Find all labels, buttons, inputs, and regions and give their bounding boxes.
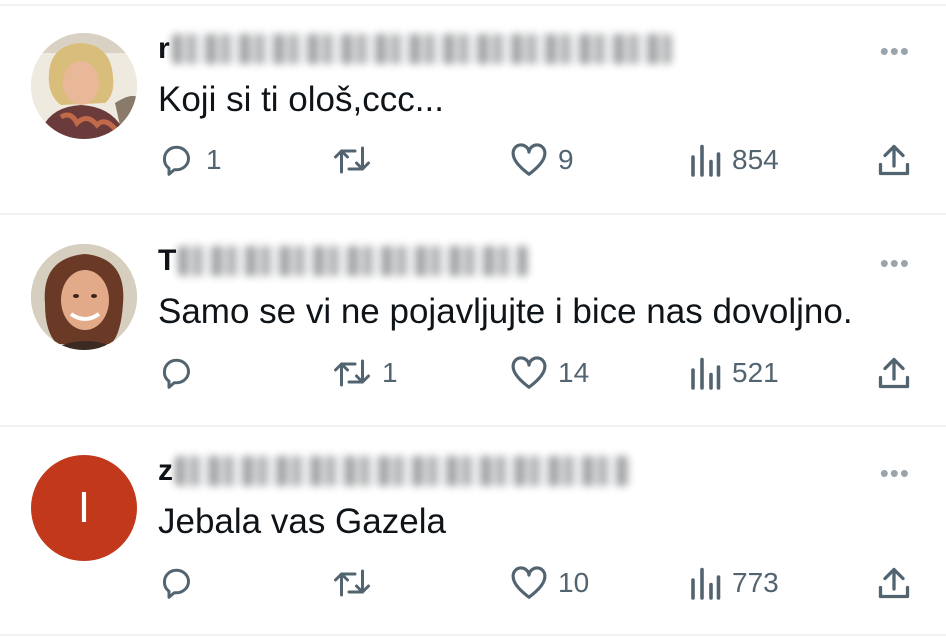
reply-icon [162, 568, 190, 599]
share-icon [878, 567, 910, 599]
blurred-username [175, 456, 630, 486]
avatar-initial: I [77, 483, 91, 532]
divider-bottom [0, 634, 946, 636]
share-button[interactable] [876, 565, 912, 601]
username-initial: z [158, 454, 173, 487]
like-count: 10 [558, 567, 590, 598]
reply-button[interactable] [160, 565, 206, 601]
reply-tweet-3[interactable]: I z ••• Jebala vas Gazela 10 773 [0, 0, 946, 634]
retweet-icon [334, 569, 370, 597]
like-button[interactable]: 10 [510, 565, 589, 601]
more-options-button[interactable]: ••• [880, 460, 910, 486]
view-count: 773 [732, 567, 779, 598]
tweet-text: Jebala vas Gazela [158, 502, 446, 541]
views-button[interactable]: 773 [688, 565, 779, 601]
views-icon [691, 567, 721, 600]
retweet-button[interactable] [332, 565, 382, 601]
like-icon [511, 566, 547, 599]
username[interactable]: z [158, 452, 630, 490]
avatar[interactable]: I [31, 455, 137, 561]
